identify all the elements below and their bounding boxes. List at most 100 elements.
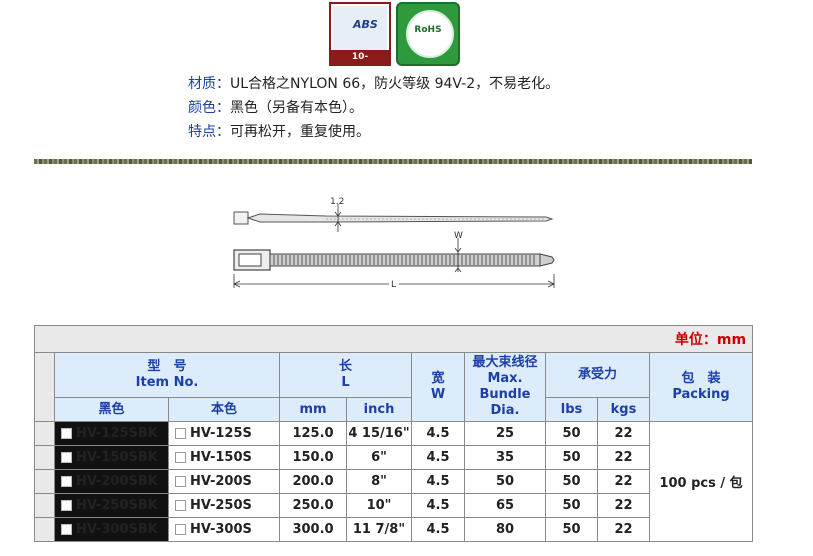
material-value: UL合格之NYLON 66，防火等级 94V-2，不易老化。 (230, 76, 560, 92)
header-tensile: 承受力 (545, 352, 650, 398)
tensile-lbs: 50 (545, 493, 598, 518)
section-divider (34, 159, 752, 164)
header-lbs: lbs (545, 397, 598, 422)
length-inch: 11 7/8" (346, 517, 412, 542)
length-inch: 8" (346, 469, 412, 494)
length-mm: 200.0 (279, 469, 347, 494)
natural-item-no: HV-300S (168, 517, 280, 542)
checkbox-icon[interactable] (175, 524, 186, 535)
bundle-dia-text: 65 (495, 498, 515, 513)
length-mm: 300.0 (279, 517, 347, 542)
abs-logo-text: ABS (353, 18, 378, 31)
table-row: HV-250SBK HV-250S 250.0 10" 4.5 65 50 22 (34, 493, 753, 518)
header-packing-cn: 包 装 (681, 371, 721, 386)
black-item-no: HV-125SBK (54, 421, 169, 446)
header-tensile-cn: 承受力 (577, 367, 617, 382)
header-bundle-en2: Bundle (479, 387, 531, 402)
tensile-lbs-text: 50 (562, 426, 581, 441)
table-row: HV-200SBK HV-200S 200.0 8" 4.5 50 50 22 (34, 469, 753, 494)
checkbox-icon[interactable] (175, 452, 186, 463)
checkbox-icon[interactable] (61, 500, 72, 511)
side-gutter (34, 352, 55, 422)
tensile-kgs: 22 (597, 517, 650, 542)
header-kgs: kgs (597, 397, 650, 422)
black-item-no: HV-150SBK (54, 445, 169, 470)
tensile-kgs: 22 (597, 469, 650, 494)
checkbox-icon[interactable] (61, 452, 72, 463)
rohs-logo-text: RoHS (414, 25, 442, 35)
length-inch: 10" (346, 493, 412, 518)
length-mm-text: 125.0 (292, 426, 334, 441)
tensile-kgs-text: 22 (614, 498, 633, 513)
header-packing-en: Packing (672, 387, 730, 402)
checkbox-icon[interactable] (61, 476, 72, 487)
bundle-dia: 35 (464, 445, 546, 470)
length-mm: 125.0 (279, 421, 347, 446)
bundle-dia: 65 (464, 493, 546, 518)
checkbox-icon[interactable] (175, 500, 186, 511)
length-mm-text: 200.0 (292, 474, 334, 489)
header-bundle-en1: Max. (487, 371, 523, 386)
length-mm-text: 150.0 (292, 450, 334, 465)
checkbox-icon[interactable] (175, 476, 186, 487)
header-row-1: 型 号 Item No. 长 L 宽 W 最大束线径 Max. Bundle D… (34, 352, 754, 422)
bundle-dia-text: 80 (495, 522, 515, 537)
length-mm: 250.0 (279, 493, 347, 518)
rohs-logo: RoHS (396, 2, 460, 66)
unit-row: 单位：mm (33, 325, 754, 353)
natural-item-no: HV-200S (168, 469, 280, 494)
header-model-cn: 型 号 (147, 359, 187, 374)
tensile-lbs-text: 50 (562, 522, 581, 537)
material-label: 材质： (188, 76, 230, 92)
row-gutter (34, 517, 55, 542)
tensile-lbs-text: 50 (562, 474, 581, 489)
header-length-en: L (341, 375, 350, 390)
tensile-kgs: 22 (597, 421, 650, 446)
width-value-text: 4.5 (426, 474, 450, 489)
abs-cert-number: 10-TWI537024 (331, 50, 389, 76)
black-item-no-text: HV-200SBK (76, 474, 158, 489)
width-value: 4.5 (411, 445, 465, 470)
side-view (233, 211, 554, 225)
black-item-no-text: HV-300SBK (76, 522, 158, 537)
width-value-text: 4.5 (426, 426, 450, 441)
width-value: 4.5 (411, 493, 465, 518)
header-width-en: W (430, 387, 446, 402)
tensile-lbs-text: 50 (562, 450, 581, 465)
unit-cell: 单位：mm (33, 325, 754, 353)
length-mm-text: 300.0 (292, 522, 334, 537)
tensile-lbs: 50 (545, 469, 598, 494)
length-inch-text: 6" (371, 450, 387, 465)
packing-value: 100 pcs / 包 (648, 421, 754, 542)
header-width: 宽 W (411, 352, 465, 422)
checkbox-icon[interactable] (61, 428, 72, 439)
header-inch: inch (346, 397, 412, 422)
length-inch: 6" (346, 445, 412, 470)
bundle-dia-text: 25 (495, 426, 515, 441)
header-black: 黑色 (54, 397, 169, 422)
black-item-no: HV-300SBK (54, 517, 169, 542)
width-value-text: 4.5 (426, 450, 450, 465)
header-bundle-en3: Dia. (490, 403, 520, 418)
width-value-text: 4.5 (426, 522, 450, 537)
bundle-dia-text: 50 (495, 474, 515, 489)
checkbox-icon[interactable] (175, 428, 186, 439)
header-bundle-cn: 最大束线径 (472, 355, 538, 370)
feature-line: 特点：可再松开，重复使用。 (188, 122, 370, 142)
tensile-kgs-text: 22 (614, 450, 633, 465)
black-item-no-text: HV-125SBK (76, 426, 158, 441)
header-packing: 包 装 Packing (648, 352, 754, 422)
header-model-en: Item No. (135, 375, 199, 390)
table-row: HV-150SBK HV-150S 150.0 6" 4.5 35 50 22 (34, 445, 753, 470)
natural-item-no-text: HV-150S (190, 450, 252, 465)
header-row-2: 黑色 本色 mm inch lbs kgs (35, 397, 753, 422)
checkbox-icon[interactable] (61, 524, 72, 535)
length-mm-text: 250.0 (292, 498, 334, 513)
length-mm: 150.0 (279, 445, 347, 470)
bundle-dia-text: 35 (495, 450, 515, 465)
length-inch-text: 4 15/16" (348, 426, 410, 441)
header-width-cn: 宽 (431, 371, 445, 386)
color-line: 颜色：黑色（另备有本色）。 (188, 98, 363, 118)
row-gutter (34, 421, 55, 446)
black-item-no-text: HV-150SBK (76, 450, 158, 465)
